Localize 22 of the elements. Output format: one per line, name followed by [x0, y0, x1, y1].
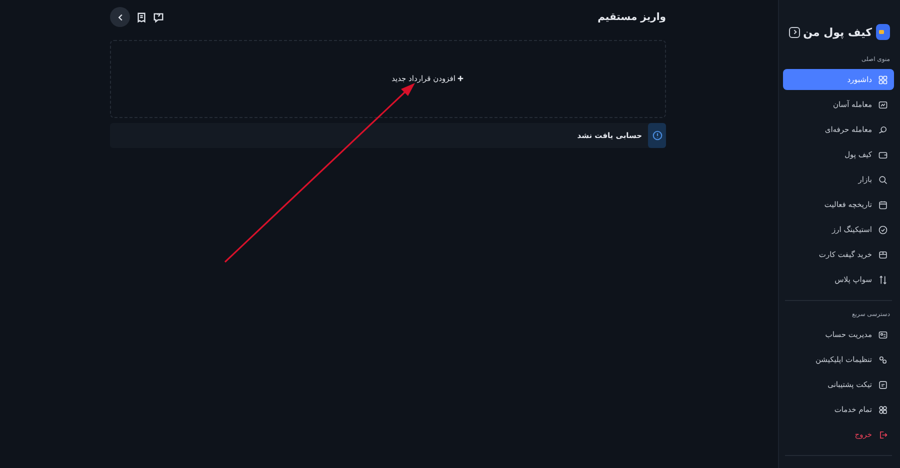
chart-card-icon — [878, 100, 888, 110]
profile-card-icon — [878, 330, 888, 340]
info-icon — [648, 123, 666, 148]
grid-icon — [878, 74, 888, 84]
apps-icon — [878, 404, 888, 414]
search-icon — [878, 174, 888, 184]
swap-icon — [878, 274, 888, 284]
calendar-icon — [878, 200, 888, 210]
wallet-icon — [878, 150, 888, 160]
page-title: واریز مستقیم — [598, 12, 666, 22]
plus-icon — [457, 74, 464, 82]
help-chat-icon[interactable] — [153, 12, 164, 22]
back-button[interactable] — [110, 7, 130, 27]
chevron-right-icon — [792, 29, 798, 35]
brand-name: کیف پول من — [803, 26, 872, 38]
logo-icon — [876, 24, 890, 40]
check-circle-icon — [878, 224, 888, 234]
collapse-button[interactable] — [789, 26, 800, 38]
ticket-icon — [878, 380, 888, 390]
receipt-icon[interactable] — [136, 12, 147, 22]
gift-card-icon — [878, 250, 888, 260]
logout-icon — [878, 430, 888, 440]
